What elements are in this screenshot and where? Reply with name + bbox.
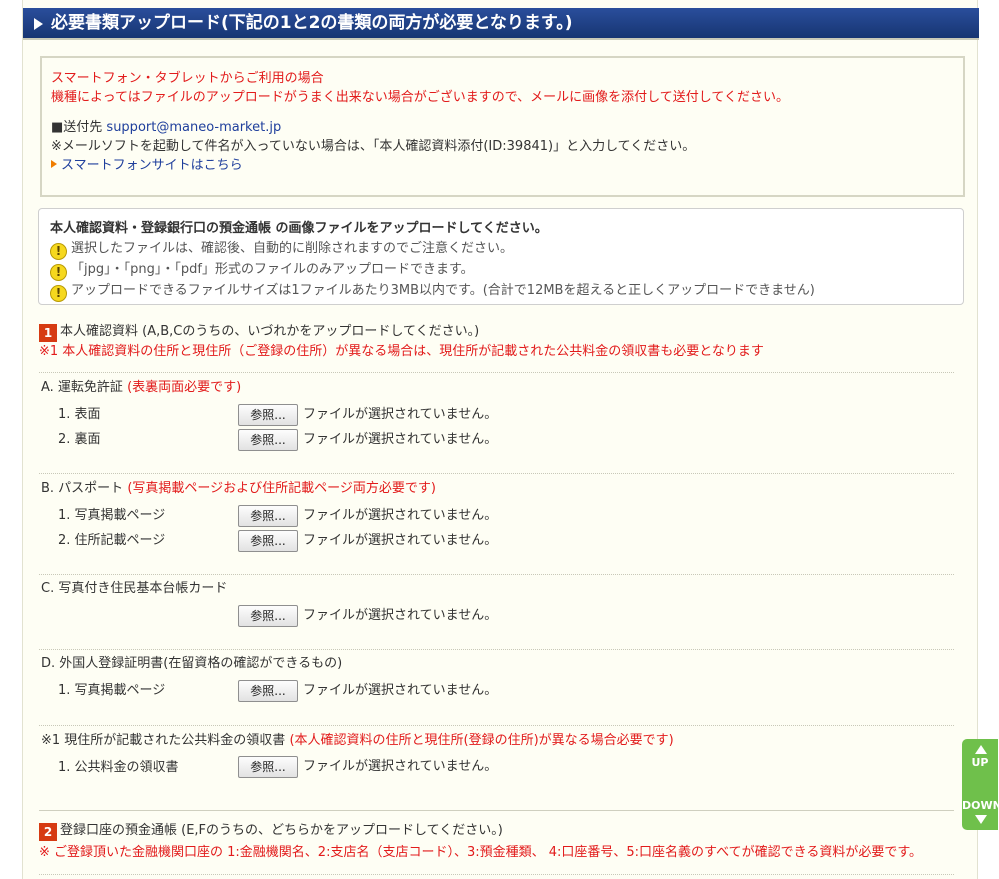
doc-utility-item: 1. 公共料金の領収書 bbox=[58, 760, 179, 775]
exclamation-warning-icon: ! bbox=[50, 285, 67, 302]
scroll-down-icon[interactable] bbox=[975, 815, 987, 824]
browse-button[interactable]: 参照... bbox=[238, 404, 298, 426]
warning-row: ! アップロードできるファイルサイズは1ファイルあたり3MB以内です。(合計で12… bbox=[50, 281, 963, 302]
notice-line-1: スマートフォン・タブレットからご利用の場合 bbox=[51, 71, 324, 86]
notice-line-2: 機種によってはファイルのアップロードがうまく出来ない場合がございますので、メール… bbox=[51, 90, 790, 105]
exclamation-warning-icon: ! bbox=[50, 243, 67, 260]
send-to-line: ■送付先 support@maneo-market.jp bbox=[51, 118, 963, 137]
divider bbox=[39, 574, 954, 575]
browse-button[interactable]: 参照... bbox=[238, 605, 298, 627]
divider bbox=[39, 473, 954, 474]
send-to-label: ■送付先 bbox=[51, 120, 107, 135]
play-arrow-icon bbox=[34, 18, 43, 30]
subject-note: ※メールソフトを起動して件名が入っていない場合は、「本人確認資料添付(ID:39… bbox=[51, 139, 696, 154]
section-2-note: ※ ご登録頂いた金融機関口座の 1:金融機関名、2:支店名（支店コード）、3:預… bbox=[39, 845, 923, 860]
scroll-nav-widget: UP DOWN bbox=[962, 739, 999, 830]
section-2-heading: 2 登録口座の預金通帳 (E,Fのうちの、どちらかをアップロードしてください。) bbox=[39, 822, 503, 841]
file-input-license-front: 参照... ファイルが選択されていません。 bbox=[238, 404, 497, 426]
page-title: 必要書類アップロード(下記の1と2の書類の両方が必要となります。) bbox=[51, 13, 573, 33]
divider bbox=[39, 725, 954, 726]
no-file-text: ファイルが選択されていません。 bbox=[303, 432, 498, 447]
doc-b-title: B. パスポート (写真掲載ページおよび住所記載ページ両方必要です) bbox=[41, 481, 436, 496]
section-divider bbox=[39, 810, 954, 811]
scroll-down-button[interactable]: DOWN bbox=[962, 799, 999, 812]
exclamation-warning-icon: ! bbox=[50, 264, 67, 281]
browse-button[interactable]: 参照... bbox=[238, 429, 298, 451]
file-input-foreigner-card: 参照... ファイルが選択されていません。 bbox=[238, 680, 497, 702]
doc-c-title: C. 写真付き住民基本台帳カード bbox=[41, 581, 228, 596]
file-input-license-back: 参照... ファイルが選択されていません。 bbox=[238, 429, 497, 451]
no-file-text: ファイルが選択されていません。 bbox=[303, 683, 498, 698]
no-file-text: ファイルが選択されていません。 bbox=[303, 533, 498, 548]
doc-b-item-photo: 1. 写真掲載ページ bbox=[58, 508, 166, 523]
warning-row: ! 「jpg」・「png」・「pdf」形式のファイルのみアップロードできます。 bbox=[50, 260, 963, 281]
no-file-text: ファイルが選択されていません。 bbox=[303, 407, 498, 422]
upload-instructions-title: 本人確認資料・登録銀行口の預金通帳 の画像ファイルをアップロードしてください。 bbox=[50, 221, 548, 236]
doc-a-item-front: 1. 表面 bbox=[58, 407, 101, 422]
divider bbox=[39, 372, 954, 373]
section-number-badge: 2 bbox=[39, 823, 57, 841]
arrow-right-icon bbox=[51, 160, 57, 168]
doc-utility-title: ※1 現住所が記載された公共料金の領収書 (本人確認資料の住所と現住所(登録の住… bbox=[41, 733, 674, 748]
scroll-up-icon[interactable] bbox=[975, 745, 987, 754]
doc-a-title: A. 運転免許証 (表裏両面必要です) bbox=[41, 380, 242, 395]
smartphone-site-row: スマートフォンサイトはこちら bbox=[51, 156, 963, 175]
doc-d-title: D. 外国人登録証明書(在留資格の確認ができるもの) bbox=[41, 656, 343, 671]
divider bbox=[39, 649, 954, 650]
main-content: 必要書類アップロード(下記の1と2の書類の両方が必要となります。) スマートフォ… bbox=[22, 0, 979, 879]
section-2-title: 登録口座の預金通帳 (E,Fのうちの、どちらかをアップロードしてください。) bbox=[60, 823, 503, 838]
scroll-up-button[interactable]: UP bbox=[962, 756, 998, 769]
doc-b-item-address: 2. 住所記載ページ bbox=[58, 533, 166, 548]
support-email-link[interactable]: support@maneo-market.jp bbox=[106, 120, 281, 135]
divider bbox=[39, 874, 954, 875]
section-1-note: ※1 本人確認資料の住所と現住所（ご登録の住所）が異なる場合は、現住所が記載され… bbox=[39, 344, 764, 359]
file-input-passport-photo: 参照... ファイルが選択されていません。 bbox=[238, 505, 497, 527]
smartphone-notice-box: スマートフォン・タブレットからご利用の場合 機種によってはファイルのアップロード… bbox=[40, 56, 965, 197]
browse-button[interactable]: 参照... bbox=[238, 530, 298, 552]
browse-button[interactable]: 参照... bbox=[238, 680, 298, 702]
section-header-bar: 必要書類アップロード(下記の1と2の書類の両方が必要となります。) bbox=[23, 8, 979, 40]
file-input-utility-receipt: 参照... ファイルが選択されていません。 bbox=[238, 756, 497, 778]
doc-a-item-back: 2. 裏面 bbox=[58, 432, 101, 447]
browse-button[interactable]: 参照... bbox=[238, 505, 298, 527]
no-file-text: ファイルが選択されていません。 bbox=[303, 759, 498, 774]
section-number-badge: 1 bbox=[39, 324, 57, 342]
no-file-text: ファイルが選択されていません。 bbox=[303, 608, 498, 623]
section-1-title: 本人確認資料 (A,B,Cのうちの、いづれかをアップロードしてください。) bbox=[60, 324, 480, 339]
upload-instructions-box: 本人確認資料・登録銀行口の預金通帳 の画像ファイルをアップロードしてください。 … bbox=[38, 208, 964, 305]
warning-row: ! 選択したファイルは、確認後、自動的に削除されますのでご注意ください。 bbox=[50, 238, 963, 260]
file-input-passport-address: 参照... ファイルが選択されていません。 bbox=[238, 530, 497, 552]
no-file-text: ファイルが選択されていません。 bbox=[303, 508, 498, 523]
doc-d-item-photo: 1. 写真掲載ページ bbox=[58, 683, 166, 698]
section-1-heading: 1 本人確認資料 (A,B,Cのうちの、いづれかをアップロードしてください。) bbox=[39, 323, 479, 342]
smartphone-site-link[interactable]: スマートフォンサイトはこちら bbox=[61, 158, 243, 173]
browse-button[interactable]: 参照... bbox=[238, 756, 298, 778]
file-input-resident-card: 参照... ファイルが選択されていません。 bbox=[238, 605, 497, 627]
